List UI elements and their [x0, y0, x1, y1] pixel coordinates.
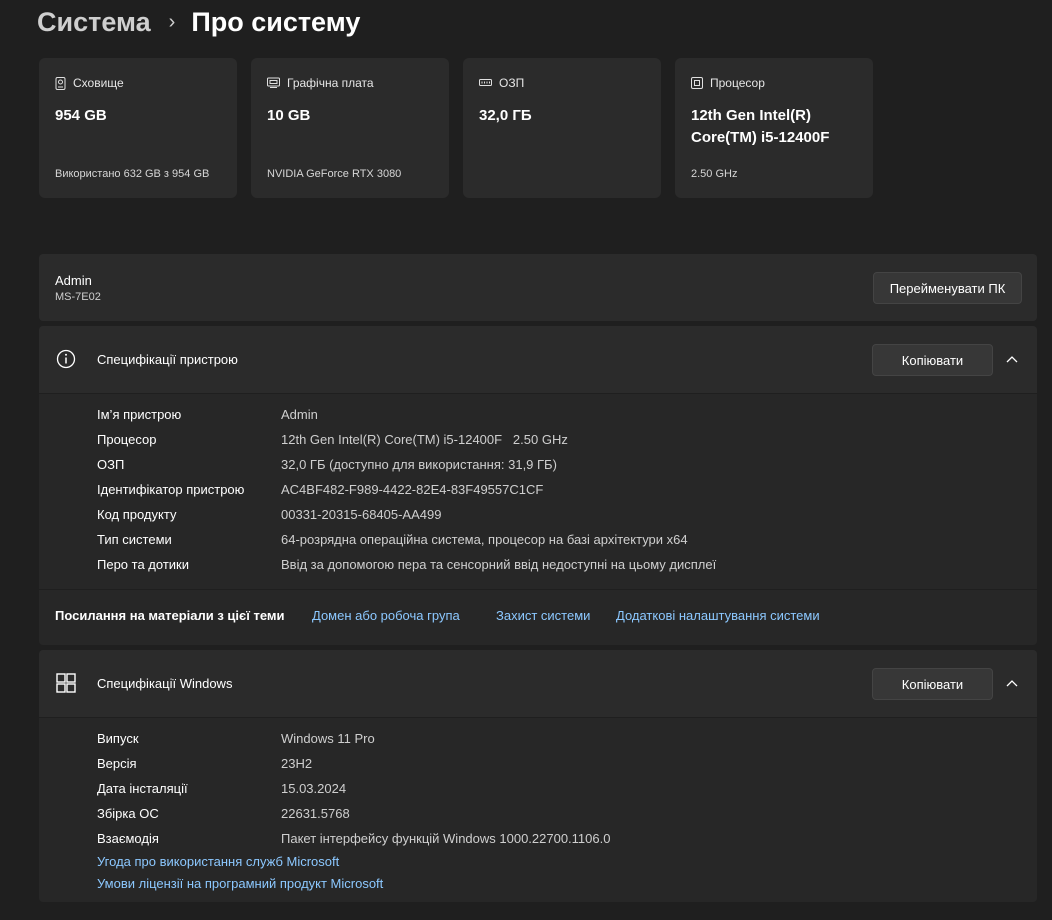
device-model: MS-7E02 — [55, 291, 101, 303]
windows-specs-body: Випуск Windows 11 Pro Версія 23H2 Дата і… — [39, 718, 1037, 902]
spec-value: Ввід за допомогою пера та сенсорний ввід… — [281, 557, 717, 572]
spec-value: Пакет інтерфейсу функцій Windows 1000.22… — [281, 831, 611, 846]
page-title: Про систему — [191, 6, 361, 37]
info-icon — [56, 349, 76, 369]
chevron-up-icon[interactable] — [1005, 677, 1019, 689]
storage-card-value: 954 GB — [55, 107, 107, 124]
spec-value: 64-розрядна операційна система, процесор… — [281, 532, 688, 547]
spec-label: Процесор — [97, 432, 157, 447]
spec-value: AC4BF482-F989-4422-82E4-83F49557C1CF — [281, 482, 544, 497]
processor-card-sub: 2.50 GHz — [691, 168, 738, 180]
spec-row: Тип системи 64-розрядна операційна систе… — [97, 527, 716, 552]
spec-row: Ідентифікатор пристрою AC4BF482-F989-442… — [97, 477, 716, 502]
spec-label: Ідентифікатор пристрою — [97, 482, 245, 497]
spec-label: Код продукту — [97, 507, 177, 522]
device-name: Admin — [55, 273, 92, 288]
storage-card[interactable]: Сховище 954 GB Використано 632 GB з 954 … — [39, 58, 237, 198]
ram-card[interactable]: ОЗП 32,0 ГБ — [463, 58, 661, 198]
system-protection-link[interactable]: Захист системи — [496, 608, 590, 623]
ram-card-label: ОЗП — [499, 76, 525, 90]
storage-card-sub: Використано 632 GB з 954 GB — [55, 168, 210, 180]
spec-row: Процесор 12th Gen Intel(R) Core(TM) i5-1… — [97, 427, 716, 452]
graphics-card[interactable]: Графічна плата 10 GB NVIDIA GeForce RTX … — [251, 58, 449, 198]
graphics-card-label: Графічна плата — [287, 76, 374, 90]
spec-value: Admin — [281, 407, 318, 422]
spec-row: Перо та дотики Ввід за допомогою пера та… — [97, 552, 716, 577]
spec-label: Дата інсталяції — [97, 781, 188, 796]
windows-specs-title: Специфікації Windows — [97, 676, 233, 691]
microsoft-services-agreement-link[interactable]: Угода про використання служб Microsoft — [97, 854, 339, 869]
advanced-system-settings-link[interactable]: Додаткові налаштування системи — [616, 608, 820, 623]
rename-pc-button[interactable]: Перейменувати ПК — [873, 272, 1022, 304]
chevron-right-icon: › — [168, 10, 176, 33]
chevron-up-icon[interactable] — [1005, 353, 1019, 365]
spec-label: Випуск — [97, 731, 139, 746]
domain-workgroup-link[interactable]: Домен або робоча група — [312, 608, 460, 623]
storage-icon — [55, 76, 66, 90]
ram-card-value: 32,0 ГБ — [479, 107, 532, 124]
microsoft-license-terms-link[interactable]: Умови ліцензії на програмний продукт Mic… — [97, 876, 383, 891]
graphics-card-value: 10 GB — [267, 107, 311, 124]
spec-row: Збірка ОС 22631.5768 — [97, 801, 610, 826]
copy-windows-specs-button[interactable]: Копіювати — [872, 668, 993, 700]
spec-row: Код продукту 00331-20315-68405-AA499 — [97, 502, 716, 527]
device-specs-body: Ім’я пристрою Admin Процесор 12th Gen In… — [39, 394, 1037, 589]
spec-value: 15.03.2024 — [281, 781, 347, 796]
spec-label: Взаємодія — [97, 831, 159, 846]
processor-card-value: 12th Gen Intel(R) Core(TM) i5-12400F — [691, 107, 830, 146]
spec-row: Взаємодія Пакет інтерфейсу функцій Windo… — [97, 826, 610, 851]
windows-logo-icon — [56, 673, 76, 693]
breadcrumb: Система › Про систему — [37, 4, 360, 40]
graphics-card-icon — [267, 77, 280, 88]
spec-label: ОЗП — [97, 457, 125, 472]
spec-row: Випуск Windows 11 Pro — [97, 726, 610, 751]
related-links-title: Посилання на матеріали з цієї теми — [55, 608, 285, 623]
device-name-row: Admin MS-7E02 Перейменувати ПК — [39, 254, 1037, 321]
spec-value: 32,0 ГБ (доступно для використання: 31,9… — [281, 457, 557, 472]
related-links-row: Посилання на матеріали з цієї теми Домен… — [39, 590, 1037, 645]
spec-label: Ім’я пристрою — [97, 407, 182, 422]
spec-row: Дата інсталяції 15.03.2024 — [97, 776, 610, 801]
spec-value: 12th Gen Intel(R) Core(TM) i5-12400F 2.5… — [281, 432, 568, 447]
spec-value: 22631.5768 — [281, 806, 350, 821]
spec-value: 23H2 — [281, 756, 313, 771]
spec-value: Windows 11 Pro — [281, 731, 375, 746]
spec-row: ОЗП 32,0 ГБ (доступно для використання: … — [97, 452, 716, 477]
ram-icon — [479, 79, 492, 86]
device-specs-title: Специфікації пристрою — [97, 352, 238, 367]
spec-label: Версія — [97, 756, 137, 771]
spec-row: Ім’я пристрою Admin — [97, 402, 716, 427]
spec-value: 00331-20315-68405-AA499 — [281, 507, 442, 522]
processor-card[interactable]: Процесор 12th Gen Intel(R) Core(TM) i5-1… — [675, 58, 873, 198]
processor-card-label: Процесор — [710, 76, 765, 90]
copy-device-specs-button[interactable]: Копіювати — [872, 344, 993, 376]
spec-label: Збірка ОС — [97, 806, 159, 821]
windows-specs-header[interactable]: Специфікації Windows Копіювати — [39, 650, 1037, 717]
spec-label: Тип системи — [97, 532, 172, 547]
spec-row: Версія 23H2 — [97, 751, 610, 776]
spec-label: Перо та дотики — [97, 557, 189, 572]
storage-card-label: Сховище — [73, 76, 124, 90]
breadcrumb-parent[interactable]: Система — [37, 7, 151, 38]
processor-icon — [691, 77, 703, 89]
device-specs-header[interactable]: Специфікації пристрою Копіювати — [39, 326, 1037, 393]
graphics-card-sub: NVIDIA GeForce RTX 3080 — [267, 168, 402, 180]
